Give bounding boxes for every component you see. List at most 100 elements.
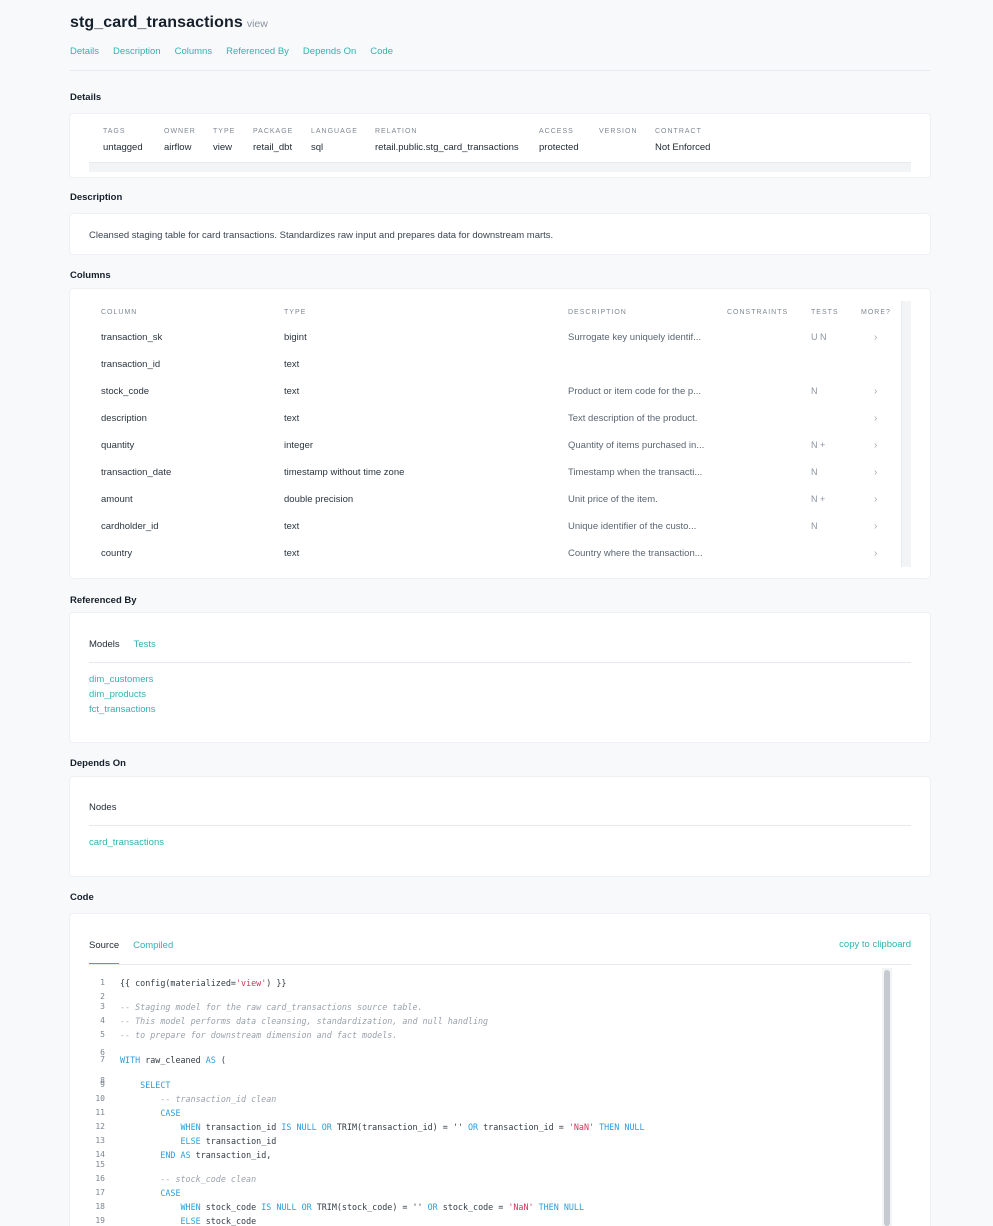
- code-tabs: Source Compiled: [89, 940, 187, 964]
- list-item[interactable]: dim_customers: [89, 674, 156, 689]
- table-row[interactable]: description text Text description of the…: [70, 413, 910, 440]
- depends-on-list: card_transactions: [89, 837, 164, 852]
- section-nav: Details Description Columns Referenced B…: [70, 46, 407, 57]
- details-card: TAGS untagged OWNER airflow TYPE view PA…: [70, 114, 930, 177]
- tab-compiled[interactable]: Compiled: [133, 940, 173, 963]
- code-text: ELSE stock_code: [180, 1216, 257, 1226]
- description-text: Cleansed staging table for card transact…: [89, 230, 554, 241]
- detail-contract: CONTRACT Not Enforced: [655, 128, 711, 153]
- chevron-right-icon[interactable]: ›: [874, 494, 877, 505]
- code-line: 5 -- to prepare for downstream dimension …: [100, 1030, 398, 1040]
- table-row[interactable]: transaction_id text: [70, 359, 910, 386]
- page-header: stg_card_transactions view: [70, 14, 268, 32]
- code-text: {{ config(materialized='view') }}: [120, 978, 287, 988]
- column-header-type: TYPE: [284, 309, 307, 316]
- chevron-right-icon[interactable]: ›: [874, 386, 877, 397]
- detail-owner: OWNER airflow: [164, 128, 196, 153]
- column-header-tests: TESTS: [811, 309, 839, 316]
- details-grid: TAGS untagged OWNER airflow TYPE view PA…: [103, 128, 736, 154]
- table-row[interactable]: amount double precision Unit price of th…: [70, 494, 910, 521]
- code-text: CASE: [160, 1108, 181, 1118]
- chevron-right-icon[interactable]: ›: [874, 467, 877, 478]
- list-item[interactable]: fct_transactions: [89, 704, 156, 719]
- code-text: WHEN transaction_id IS NULL OR TRIM(tran…: [180, 1122, 645, 1132]
- code-text: ELSE transaction_id: [180, 1136, 277, 1146]
- chevron-right-icon[interactable]: ›: [874, 521, 877, 532]
- nav-divider: [70, 70, 930, 71]
- details-horizontal-scrollbar[interactable]: [89, 162, 911, 172]
- code-text: CASE: [160, 1188, 181, 1198]
- code-line: 10 -- transaction_id clean: [95, 1094, 277, 1104]
- column-header-constraints: CONSTRAINTS: [727, 309, 789, 316]
- chevron-right-icon[interactable]: ›: [874, 548, 877, 559]
- table-row[interactable]: country text Country where the transacti…: [70, 548, 910, 575]
- page-title: stg_card_transactions: [70, 14, 243, 31]
- columns-vertical-scrollbar[interactable]: [901, 301, 911, 567]
- detail-relation: RELATION retail.public.stg_card_transact…: [375, 128, 519, 153]
- list-item[interactable]: dim_products: [89, 689, 156, 704]
- depends-on-tabs: Nodes: [89, 802, 130, 826]
- chevron-right-icon[interactable]: ›: [874, 413, 877, 424]
- referenced-by-tabs: Models Tests: [89, 639, 170, 663]
- model-type-label: view: [246, 18, 268, 30]
- nav-link-referenced-by[interactable]: Referenced By: [226, 46, 289, 57]
- code-line: 13 ELSE transaction_id: [95, 1136, 277, 1146]
- nav-link-columns[interactable]: Columns: [175, 46, 213, 57]
- code-line: 15: [95, 1160, 105, 1169]
- code-line: 7 WITH raw_cleaned AS (: [100, 1055, 226, 1065]
- tab-divider: [89, 825, 911, 826]
- depends-on-card: Nodes card_transactions: [70, 777, 930, 876]
- code-text: END AS transaction_id,: [160, 1150, 272, 1160]
- code-line: 19 ELSE stock_code: [95, 1216, 257, 1226]
- code-viewer[interactable]: 1{{ config(materialized='view') }} 2 3 --…: [89, 968, 911, 1226]
- code-text: -- stock_code clean: [120, 1174, 257, 1184]
- column-header-description: DESCRIPTION: [568, 309, 627, 316]
- code-line: 11 CASE: [95, 1108, 181, 1118]
- columns-card: COLUMN TYPE DESCRIPTION CONSTRAINTS TEST…: [70, 289, 930, 578]
- detail-tags: TAGS untagged: [103, 128, 143, 153]
- referenced-by-card: Models Tests dim_customers dim_products …: [70, 613, 930, 742]
- table-row[interactable]: transaction_sk bigint Surrogate key uniq…: [70, 332, 910, 359]
- code-line: 1{{ config(materialized='view') }}: [100, 978, 287, 988]
- table-row[interactable]: transaction_date timestamp without time …: [70, 467, 910, 494]
- code-text: -- Staging model for the raw card_transa…: [120, 1002, 423, 1012]
- nav-link-code[interactable]: Code: [370, 46, 393, 57]
- table-row[interactable]: cardholder_id text Unique identifier of …: [70, 521, 910, 548]
- tab-tests[interactable]: Tests: [134, 639, 156, 662]
- code-text: -- This model performs data cleansing, s…: [120, 1016, 489, 1026]
- code-vertical-scrollbar[interactable]: [882, 968, 892, 1226]
- description-section-title: Description: [70, 192, 123, 203]
- scrollbar-thumb[interactable]: [884, 970, 890, 1226]
- code-section-title: Code: [70, 892, 94, 903]
- code-text: -- transaction_id clean: [120, 1094, 277, 1104]
- code-text: -- to prepare for downstream dimension a…: [120, 1030, 398, 1040]
- table-row[interactable]: quantity integer Quantity of items purch…: [70, 440, 910, 467]
- nav-link-depends-on[interactable]: Depends On: [303, 46, 356, 57]
- tab-nodes[interactable]: Nodes: [89, 802, 117, 826]
- detail-version: VERSION: [599, 128, 638, 135]
- detail-package: PACKAGE retail_dbt: [253, 128, 294, 153]
- detail-language: LANGUAGE sql: [311, 128, 358, 153]
- code-line: 3 -- Staging model for the raw card_trans…: [100, 1002, 423, 1012]
- code-line: 16 -- stock_code clean: [95, 1174, 257, 1184]
- code-text: SELECT: [140, 1080, 171, 1090]
- detail-access: ACCESS protected: [539, 128, 579, 153]
- chevron-right-icon[interactable]: ›: [874, 440, 877, 451]
- list-item[interactable]: card_transactions: [89, 837, 164, 852]
- chevron-right-icon[interactable]: ›: [874, 332, 877, 343]
- columns-section-title: Columns: [70, 270, 111, 281]
- code-card: Source Compiled copy to clipboard 1{{ co…: [70, 914, 930, 1226]
- description-card: Cleansed staging table for card transact…: [70, 214, 930, 254]
- copy-to-clipboard-button[interactable]: copy to clipboard: [839, 939, 911, 950]
- nav-link-details[interactable]: Details: [70, 46, 99, 57]
- details-section-title: Details: [70, 92, 102, 103]
- column-header-column: COLUMN: [101, 309, 138, 316]
- code-text: WITH raw_cleaned AS (: [120, 1055, 226, 1065]
- tab-source[interactable]: Source: [89, 940, 120, 964]
- tab-divider: [89, 662, 911, 663]
- tab-divider: [89, 964, 911, 965]
- tab-models[interactable]: Models: [89, 639, 120, 663]
- referenced-by-list: dim_customers dim_products fct_transacti…: [89, 674, 156, 719]
- table-row[interactable]: stock_code text Product or item code for…: [70, 386, 910, 413]
- nav-link-description[interactable]: Description: [113, 46, 161, 57]
